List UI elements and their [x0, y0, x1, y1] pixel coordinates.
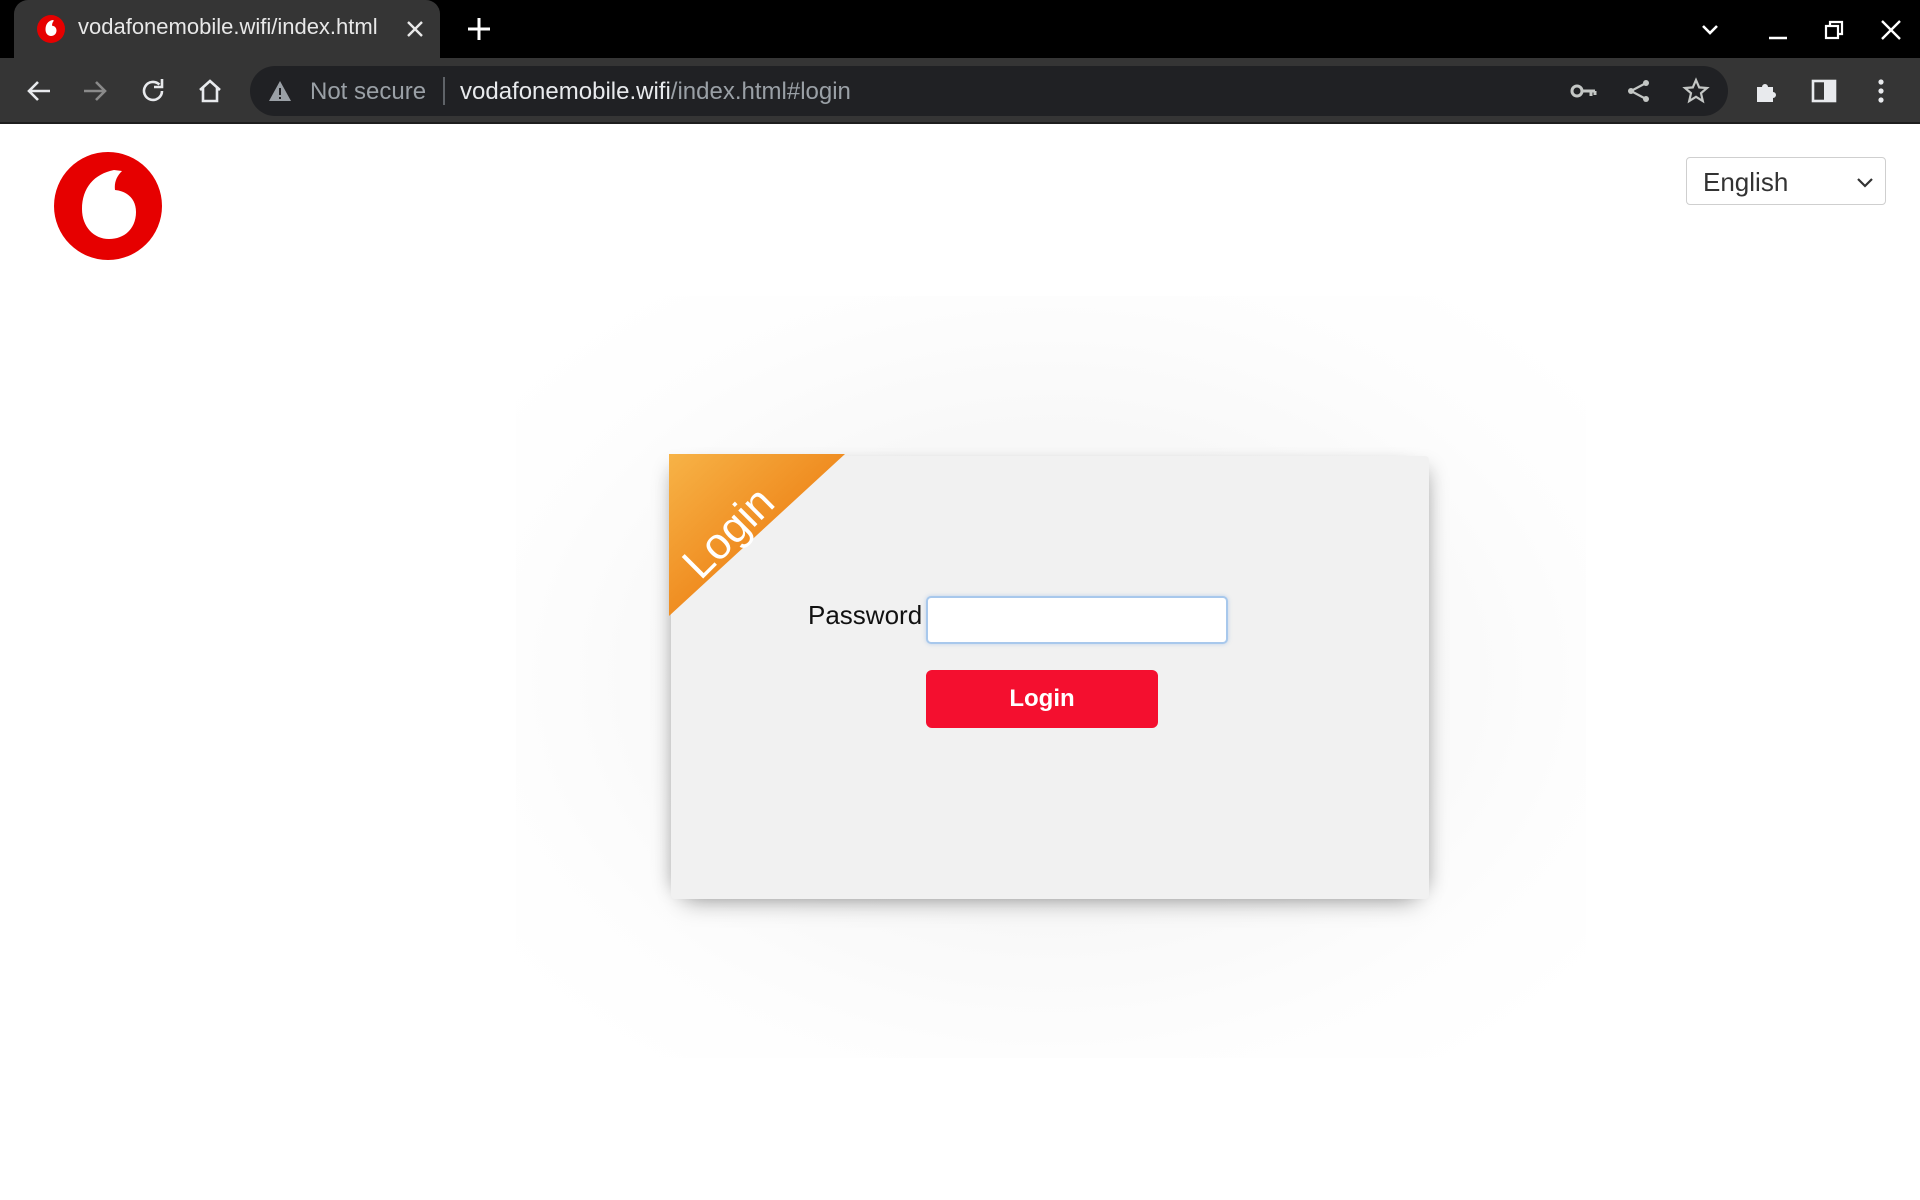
key-icon	[1570, 84, 1597, 98]
browser-menu-button[interactable]	[1862, 72, 1900, 110]
password-label: Password	[808, 600, 923, 630]
restore-icon	[1824, 20, 1844, 40]
close-icon	[407, 21, 423, 37]
minimize-icon	[1769, 36, 1787, 40]
browser-tab[interactable]: vodafonemobile.wifi/index.html	[14, 0, 440, 58]
home-button[interactable]	[189, 70, 231, 112]
warning-icon	[269, 81, 291, 101]
url-path: /index.html#login	[670, 78, 851, 105]
minimize-button[interactable]	[1758, 10, 1798, 50]
new-tab-button[interactable]	[462, 12, 496, 46]
chevron-down-icon	[1702, 25, 1718, 35]
page-content: English Login Password Login	[0, 126, 1920, 1200]
bookmark-button[interactable]	[1681, 76, 1711, 106]
forward-button[interactable]	[74, 70, 116, 112]
extensions-icon	[1757, 84, 1776, 102]
language-select[interactable]: English	[1686, 157, 1886, 205]
address-bar[interactable]: Not secure vodafonemobile.wifi/index.htm…	[250, 66, 1728, 116]
browser-toolbar: Not secure vodafonemobile.wifi/index.htm…	[0, 58, 1920, 124]
close-tab-button[interactable]	[400, 14, 430, 44]
close-window-button[interactable]	[1871, 10, 1911, 50]
password-key-button[interactable]	[1568, 76, 1598, 106]
tab-search-button[interactable]	[1690, 10, 1730, 50]
url-text[interactable]: vodafonemobile.wifi/index.html#login	[460, 78, 851, 106]
star-icon	[1682, 77, 1710, 104]
share-button[interactable]	[1624, 76, 1654, 106]
login-panel: Login Password Login	[669, 454, 1429, 899]
side-panel-button[interactable]	[1805, 72, 1843, 110]
security-status[interactable]: Not secure	[310, 78, 426, 106]
language-selected: English	[1703, 167, 1789, 197]
back-icon	[27, 81, 50, 101]
reload-button[interactable]	[132, 70, 174, 112]
url-separator	[443, 77, 445, 105]
close-icon	[1881, 20, 1901, 40]
password-input[interactable]	[926, 596, 1228, 644]
tab-title: vodafonemobile.wifi/index.html	[78, 14, 378, 39]
plus-icon	[468, 18, 490, 40]
home-icon	[199, 79, 221, 103]
back-button[interactable]	[18, 70, 60, 112]
side-panel-icon	[1811, 79, 1837, 103]
share-icon	[1628, 80, 1649, 102]
reload-icon	[142, 79, 164, 102]
vodafone-favicon-icon	[37, 15, 65, 43]
restore-button[interactable]	[1814, 10, 1854, 50]
tab-strip: vodafonemobile.wifi/index.html	[0, 0, 1920, 58]
vodafone-logo-icon	[54, 152, 162, 260]
extensions-button[interactable]	[1748, 72, 1786, 110]
forward-icon	[84, 81, 107, 101]
chevron-down-icon	[1857, 178, 1873, 188]
menu-icon	[1878, 79, 1884, 103]
url-host: vodafonemobile.wifi	[460, 78, 671, 105]
login-button[interactable]: Login	[926, 670, 1158, 728]
